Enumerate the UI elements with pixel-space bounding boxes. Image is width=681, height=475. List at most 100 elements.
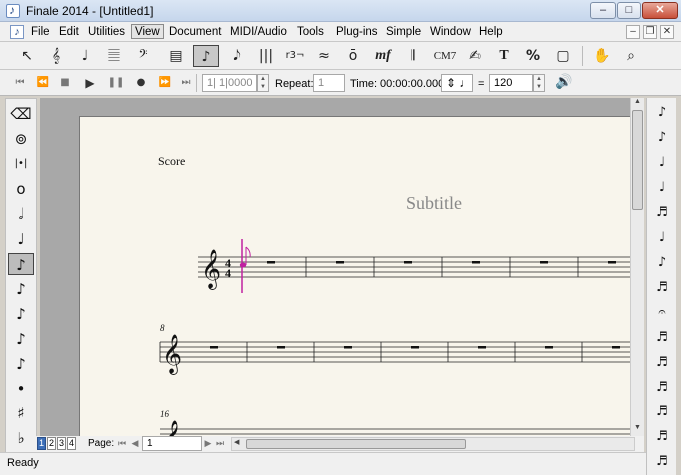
staff-tool-icon[interactable]: 𝄞 (43, 45, 69, 67)
tempo-spinner[interactable]: ▲ ▼ (533, 74, 545, 92)
vertical-scrollbar[interactable]: ▲ ▼ (630, 98, 644, 436)
scroll-left-icon[interactable]: ◀ (234, 438, 239, 446)
mdi-minimize-button[interactable]: – (626, 25, 640, 39)
view-3-button[interactable]: 3 (57, 437, 66, 450)
go-to-start-icon[interactable]: ⏮ (10, 75, 30, 91)
view-2-button[interactable]: 2 (47, 437, 56, 450)
palette-tool-6-icon[interactable]: ♩ (649, 227, 675, 249)
palette-tool-14-icon[interactable]: ♬ (649, 426, 675, 448)
measure-tool-icon[interactable]: ▤ (163, 45, 189, 67)
palette-tool-2-icon[interactable]: ♪ (649, 127, 675, 149)
menu-midi-audio[interactable]: MIDI/Audio (227, 25, 290, 40)
quarter-note-icon[interactable]: ♩ (8, 228, 34, 250)
half-note-icon[interactable]: 𝅗𝅥 (8, 203, 34, 225)
tie-icon[interactable]: ⊚ (8, 128, 34, 150)
palette-tool-5-icon[interactable]: ♬ (649, 202, 675, 224)
playback-settings-icon[interactable]: 🔊 (551, 71, 577, 93)
chord-tool-icon[interactable]: CM7 (432, 45, 458, 67)
page-number-field[interactable]: 1 (142, 436, 202, 451)
text-tool-icon[interactable]: T (491, 45, 517, 67)
palette-tool-8-icon[interactable]: ♬ (649, 277, 675, 299)
hyperscribe-tool-icon[interactable]: ||| (253, 45, 279, 67)
palette-tool-7-icon[interactable]: ♪ (649, 252, 675, 274)
horizontal-scrollbar[interactable]: ◀ (231, 437, 635, 451)
eighth-note-icon[interactable]: ♪ (8, 253, 34, 275)
mdi-restore-button[interactable]: ❐ (643, 25, 657, 39)
menu-view[interactable]: View (131, 24, 164, 39)
scroll-up-icon[interactable]: ▲ (631, 98, 644, 109)
key-signature-tool-icon[interactable]: ♩ (72, 45, 98, 67)
menu-file[interactable]: File (28, 25, 53, 40)
palette-tool-15-icon[interactable]: ♬ (649, 451, 675, 473)
score-page[interactable]: Score Subtitle 8 16 𝄞 4 4 𝄞 (79, 116, 630, 436)
lyrics-tool-icon[interactable]: ✍ (462, 45, 488, 67)
128th-note-icon[interactable]: ♪ (8, 353, 34, 375)
palette-tool-12-icon[interactable]: ♬ (649, 377, 675, 399)
mdi-close-button[interactable]: ✕ (660, 25, 674, 39)
graphics-tool-icon[interactable]: ▢ (550, 45, 576, 67)
view-1-button[interactable]: 1 (37, 437, 46, 450)
fast-forward-icon[interactable]: ⏩ (155, 75, 175, 91)
hand-grabber-icon[interactable]: ✋ (589, 45, 615, 67)
whole-rest-icon[interactable]: |•| (8, 153, 34, 175)
first-page-icon[interactable]: ⏮ (116, 436, 128, 452)
minimize-button[interactable]: – (590, 2, 616, 19)
palette-tool-11-icon[interactable]: ♬ (649, 352, 675, 374)
horizontal-scroll-thumb[interactable] (246, 439, 466, 449)
play-icon[interactable]: ▶ (80, 75, 100, 91)
scroll-down-icon[interactable]: ▼ (631, 424, 644, 435)
menu-document[interactable]: Document (166, 25, 224, 40)
dot-icon[interactable]: • (8, 378, 34, 400)
pause-icon[interactable]: ❚❚ (106, 75, 126, 91)
repeat-select[interactable]: 1 (313, 74, 345, 92)
menu-edit[interactable]: Edit (56, 25, 82, 40)
whole-note-icon[interactable]: o (8, 178, 34, 200)
menu-utilities[interactable]: Utilities (85, 25, 128, 40)
measure-position-field[interactable]: 1| 1|0000 (202, 74, 257, 92)
document-view[interactable]: Score Subtitle 8 16 𝄞 4 4 𝄞 (40, 98, 630, 436)
maximize-button[interactable]: □ (617, 2, 641, 19)
flat-icon[interactable]: ♭ (8, 427, 34, 449)
menu-plug-ins[interactable]: Plug-ins (333, 25, 381, 40)
clef-tool-icon[interactable]: 𝄢 (130, 45, 156, 67)
time-signature-tool-icon[interactable]: 𝄚 (101, 45, 127, 67)
tempo-unit-select[interactable]: ⇕ ♩ (441, 74, 473, 92)
menu-simple[interactable]: Simple (383, 25, 424, 40)
close-button[interactable]: ✕ (642, 2, 678, 19)
next-page-icon[interactable]: ▶ (202, 436, 214, 452)
vertical-scroll-thumb[interactable] (632, 110, 643, 210)
palette-tool-9-icon[interactable]: 𝄐 (649, 302, 675, 324)
eraser-icon[interactable]: ⌫ (8, 103, 34, 125)
document-icon[interactable]: ♪ (10, 25, 24, 39)
palette-tool-1-icon[interactable]: ♪ (649, 102, 675, 124)
zoom-tool-icon[interactable]: ⌕ (618, 45, 644, 67)
go-to-end-icon[interactable]: ⏭ (176, 75, 196, 91)
repeat-tool-icon[interactable]: 𝄂 (400, 45, 426, 67)
last-page-icon[interactable]: ⏭ (214, 436, 226, 452)
sixteenth-note-icon[interactable]: ♪ (8, 278, 34, 300)
record-icon[interactable]: ● (131, 75, 151, 91)
previous-page-icon[interactable]: ◀ (129, 436, 141, 452)
thirty-second-note-icon[interactable]: ♪ (8, 303, 34, 325)
menu-tools[interactable]: Tools (294, 25, 327, 40)
tempo-field[interactable]: 120 (489, 74, 533, 92)
sixty-fourth-note-icon[interactable]: ♪ (8, 328, 34, 350)
rewind-icon[interactable]: ⏪ (33, 75, 53, 91)
speedy-entry-tool-icon[interactable]: 𝅘𝅥𝅮 (224, 45, 250, 67)
palette-tool-13-icon[interactable]: ♬ (649, 401, 675, 423)
view-4-button[interactable]: 4 (67, 437, 76, 450)
menu-window[interactable]: Window (427, 25, 474, 40)
simple-entry-tool-icon[interactable]: ♪ (193, 45, 219, 67)
measure-spinner[interactable]: ▲ ▼ (257, 74, 269, 92)
articulation-tool-icon[interactable]: ō (340, 45, 366, 67)
palette-tool-3-icon[interactable]: ♩ (649, 152, 675, 174)
expression-tool-icon[interactable]: mf (370, 45, 396, 67)
menu-help[interactable]: Help (476, 25, 506, 40)
sharp-icon[interactable]: ♯ (8, 402, 34, 424)
selection-tool-icon[interactable]: ↖ (14, 45, 40, 67)
smart-shape-tool-icon[interactable]: ≈ (311, 45, 337, 67)
palette-tool-10-icon[interactable]: ♬ (649, 327, 675, 349)
resize-tool-icon[interactable]: % (520, 45, 546, 67)
stop-icon[interactable]: ■ (55, 75, 75, 91)
palette-tool-4-icon[interactable]: ♩ (649, 177, 675, 199)
